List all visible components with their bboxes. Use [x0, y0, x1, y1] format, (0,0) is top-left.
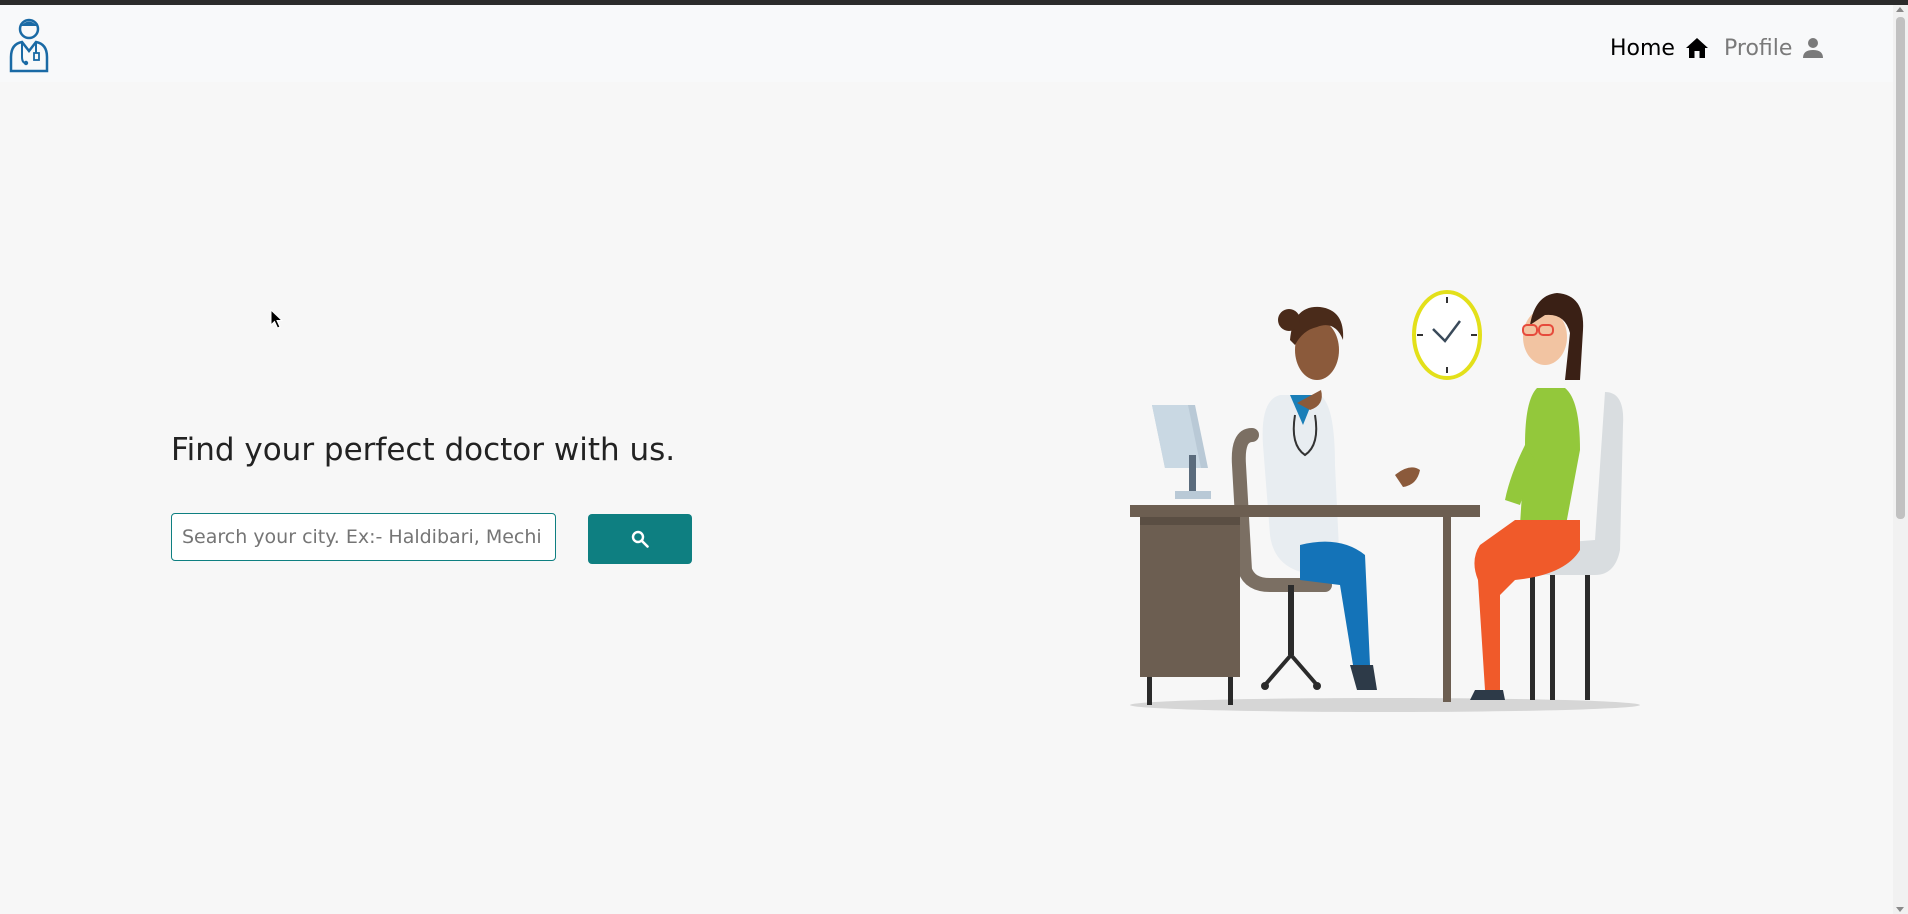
nav-home-label: Home: [1610, 35, 1675, 61]
search-button[interactable]: [588, 514, 692, 564]
scroll-up-arrow-icon[interactable]: [1896, 7, 1904, 12]
navbar: Home Profile: [0, 5, 1893, 82]
search-icon: [631, 530, 649, 548]
nav-profile-link[interactable]: Profile: [1724, 32, 1824, 64]
nav-profile-label: Profile: [1724, 35, 1793, 61]
mouse-cursor-icon: [270, 309, 284, 329]
doctor-patient-consultation-illustration: [1125, 285, 1645, 715]
home-icon: [1685, 38, 1708, 58]
hero-headline: Find your perfect doctor with us.: [171, 432, 676, 468]
doctor-logo-icon[interactable]: [8, 17, 50, 73]
scrollbar-thumb[interactable]: [1896, 17, 1905, 519]
page-scrollbar[interactable]: [1893, 5, 1908, 914]
scroll-down-arrow-icon[interactable]: [1896, 907, 1904, 912]
person-icon: [1803, 38, 1824, 58]
city-search-input[interactable]: [171, 513, 556, 561]
nav-home-link[interactable]: Home: [1610, 32, 1709, 64]
